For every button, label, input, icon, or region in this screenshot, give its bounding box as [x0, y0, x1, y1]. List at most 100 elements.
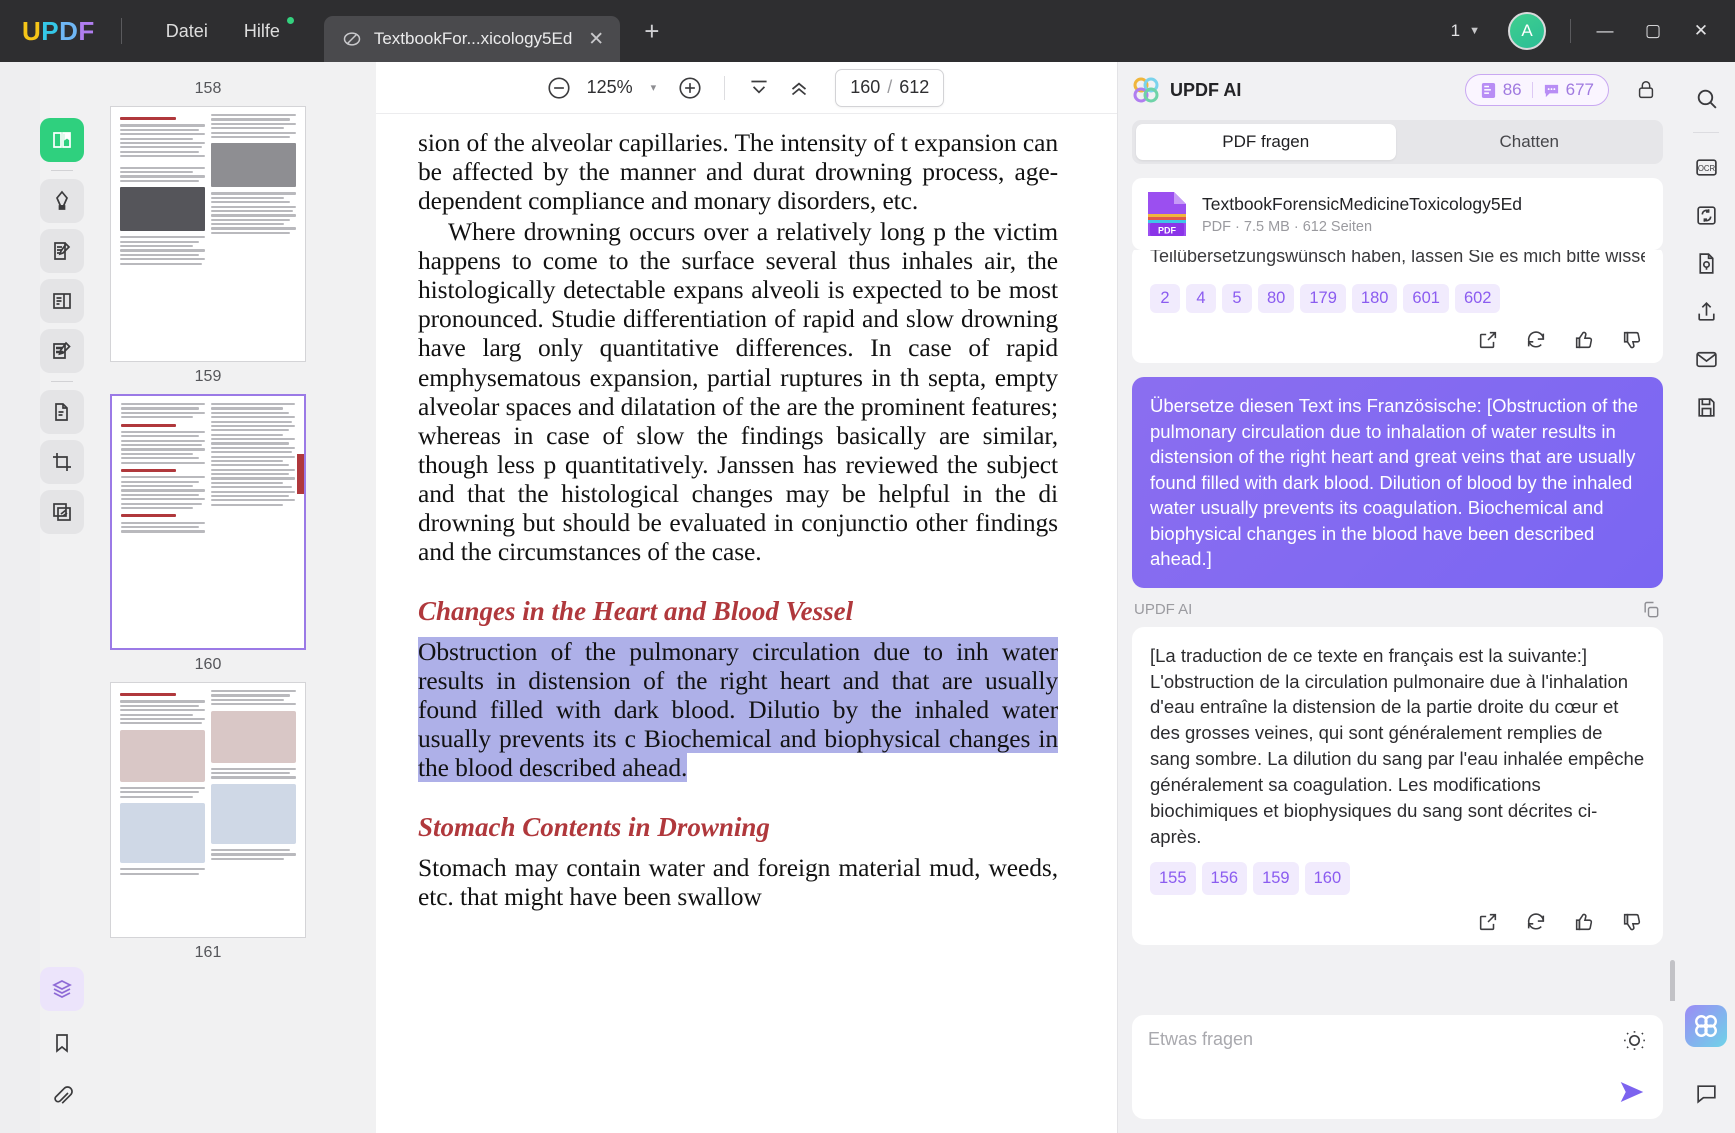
open-external-icon[interactable]	[1477, 329, 1499, 351]
page-chip[interactable]: 179	[1300, 284, 1346, 313]
page-chip[interactable]: 5	[1222, 284, 1252, 313]
chat-scrollbar-thumb[interactable]	[1670, 960, 1675, 1001]
paragraph-3: Stomach may contain water and foreign ma…	[418, 853, 1058, 912]
titlebar-divider	[120, 18, 122, 44]
badge-divider	[1531, 82, 1533, 98]
chat-input-placeholder[interactable]: Etwas fragen	[1148, 1029, 1647, 1050]
page-content[interactable]: sion of the alveolar capillaries. The in…	[376, 114, 1117, 1133]
thumbnail-list: 158 159 160 161	[40, 72, 376, 970]
sidebar-item-compare[interactable]	[40, 490, 84, 534]
sidebar-item-reader[interactable]	[40, 118, 84, 162]
ocr-icon[interactable]: OCR	[1684, 145, 1728, 189]
open-external-icon[interactable]	[1477, 911, 1499, 933]
main-body: 158 159 160 161 125% ▾ 160 / 612 sion of…	[0, 62, 1735, 1133]
sidebar-item-crop[interactable]	[40, 440, 84, 484]
chat-scroll-area[interactable]: Teilübersetzungswünsch haben, lassen Sie…	[1118, 250, 1677, 1001]
tab-pdf-fragen[interactable]: PDF fragen	[1136, 124, 1396, 160]
thumbs-up-icon[interactable]	[1573, 329, 1595, 351]
zoom-in-button[interactable]	[670, 68, 710, 108]
tab-chatten[interactable]: Chatten	[1400, 124, 1660, 160]
menu-hilfe[interactable]: Hilfe	[226, 15, 298, 48]
ai-credits-badges[interactable]: 86 677	[1464, 74, 1609, 106]
sidebar-item-organize-pages[interactable]	[40, 279, 84, 323]
assistant-message-actions	[1150, 901, 1645, 937]
window-count-selector[interactable]: 1 ▼	[1437, 21, 1494, 41]
tool-sidebar-bottom	[36, 967, 88, 1119]
search-icon[interactable]	[1684, 76, 1728, 120]
close-window-button[interactable]: ✕	[1677, 0, 1725, 62]
thumbs-down-icon[interactable]	[1621, 329, 1643, 351]
sidebar-item-layers[interactable]	[40, 967, 84, 1011]
document-tab-title: TextbookFor...xicology5Ed	[373, 29, 573, 48]
page-chip[interactable]: 602	[1454, 284, 1501, 313]
previous-message-page-chips: 2 4 5 80 179 180 601 602	[1150, 284, 1645, 313]
right-rail-divider	[1693, 132, 1719, 133]
zoom-level-value[interactable]: 125%	[579, 77, 641, 98]
sidebar-item-convert[interactable]	[40, 390, 84, 434]
thumbs-up-icon[interactable]	[1573, 911, 1595, 933]
document-tab[interactable]: TextbookFor...xicology5Ed ✕	[323, 16, 621, 62]
highlighted-paragraph[interactable]: Obstruction of the pulmonary circulation…	[418, 636, 1058, 783]
right-rail: OCR	[1677, 62, 1735, 1133]
chat-composer[interactable]: Etwas fragen	[1132, 1015, 1663, 1119]
window-controls-divider	[1570, 19, 1571, 43]
logo-letter-u: U	[22, 15, 42, 46]
fit-page-icon[interactable]	[739, 68, 779, 108]
send-icon[interactable]	[1617, 1077, 1647, 1107]
page-chip[interactable]: 156	[1201, 861, 1248, 895]
sidebar-item-bookmark[interactable]	[40, 1021, 84, 1065]
pdf-slash-icon	[342, 29, 362, 49]
share-icon[interactable]	[1684, 289, 1728, 333]
email-icon[interactable]	[1684, 337, 1728, 381]
page-chip[interactable]: 180	[1351, 284, 1398, 313]
page-chip[interactable]: 601	[1403, 284, 1449, 313]
user-message: Übersetze diesen Text ins Französische: …	[1132, 377, 1663, 588]
highlighted-text: Obstruction of the pulmonary circulation…	[418, 636, 1058, 783]
avatar[interactable]: A	[1508, 12, 1546, 50]
scroll-up-icon[interactable]	[779, 68, 819, 108]
page-chip[interactable]: 2	[1150, 284, 1180, 313]
chat-support-icon[interactable]	[1686, 1073, 1726, 1113]
chat-credits-value: 677	[1565, 80, 1594, 99]
protect-page-icon[interactable]	[1684, 241, 1728, 285]
save-as-icon[interactable]	[1684, 385, 1728, 429]
page-number-input[interactable]: 160 / 612	[835, 68, 945, 107]
menu-datei[interactable]: Datei	[148, 15, 226, 48]
previous-message-clipped-text: Teilübersetzungswünsch haben, lassen Sie…	[1150, 250, 1645, 266]
ai-panel-title: UPDF AI	[1170, 79, 1242, 100]
lock-icon[interactable]	[1631, 75, 1661, 105]
page-chip[interactable]: 160	[1304, 861, 1351, 895]
maximize-button[interactable]: ▢	[1629, 0, 1677, 62]
copy-icon[interactable]	[1641, 600, 1661, 620]
new-tab-button[interactable]: +	[644, 16, 659, 47]
page-chip[interactable]: 159	[1253, 861, 1299, 895]
file-info-card[interactable]: PDF TextbookForensicMedicineToxicology5E…	[1132, 178, 1663, 250]
document-pages-icon	[1480, 82, 1497, 99]
regenerate-icon[interactable]	[1525, 911, 1547, 933]
close-tab-icon[interactable]: ✕	[584, 30, 604, 49]
sidebar-item-annotate[interactable]	[40, 329, 84, 373]
logo-letter-f: F	[78, 15, 95, 46]
svg-text:OCR: OCR	[1697, 164, 1715, 173]
thumbnail-page-159[interactable]	[110, 394, 306, 650]
thumbnail-panel[interactable]: 158 159 160 161	[40, 62, 376, 1133]
zoom-out-button[interactable]	[539, 68, 579, 108]
page-chip[interactable]: 80	[1258, 284, 1295, 313]
sidebar-item-attachment[interactable]	[40, 1075, 84, 1119]
minimize-button[interactable]: —	[1581, 0, 1629, 62]
ai-assistant-icon[interactable]	[1685, 1005, 1727, 1047]
chevron-down-icon: ▼	[1469, 25, 1480, 37]
thumbs-down-icon[interactable]	[1621, 911, 1643, 933]
sync-convert-icon[interactable]	[1684, 193, 1728, 237]
sidebar-item-highlighter[interactable]	[40, 179, 84, 223]
page-chip[interactable]: 155	[1150, 861, 1196, 895]
sidebar-item-edit-pdf[interactable]	[40, 229, 84, 273]
regenerate-icon[interactable]	[1525, 329, 1547, 351]
thumbnail-page-161[interactable]	[110, 682, 306, 938]
page-chip[interactable]: 4	[1186, 284, 1216, 313]
section-heading-2: Stomach Contents in Drowning	[418, 812, 770, 843]
thumbnail-page-158[interactable]	[110, 106, 306, 362]
lightbulb-icon[interactable]	[1622, 1029, 1647, 1054]
toolbar-divider	[724, 75, 726, 100]
chevron-down-icon[interactable]: ▾	[641, 81, 671, 94]
